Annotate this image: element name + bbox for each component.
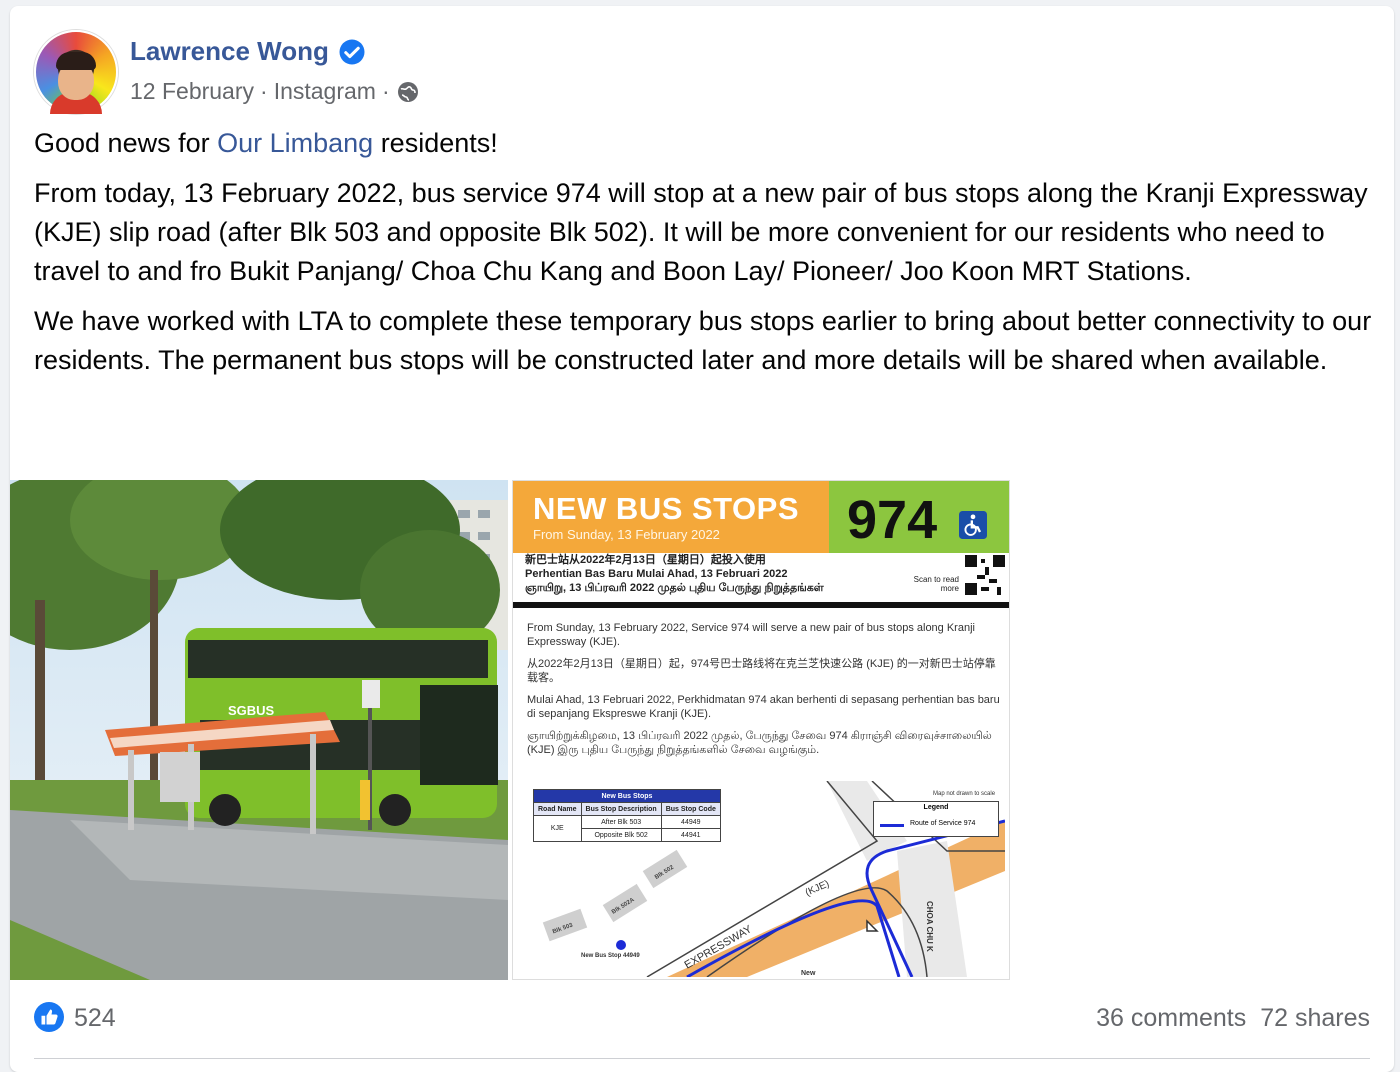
- globe-icon: [397, 81, 418, 102]
- notice-header-orange: NEW BUS STOPS From Sunday, 13 February 2…: [513, 481, 829, 553]
- table-caption: New Bus Stops: [533, 789, 721, 803]
- post-paragraph-2: From today, 13 February 2022, bus servic…: [34, 178, 1368, 286]
- our-limbang-link[interactable]: Our Limbang: [217, 128, 373, 158]
- bus-brand: SGBUS: [228, 703, 275, 718]
- post-paragraph-1: Good news for Our Limbang residents!: [34, 124, 1374, 163]
- post-meta: 12 February · Instagram ·: [130, 78, 420, 105]
- bus-stop-photo-image: SGBUS: [10, 480, 508, 980]
- comment-share-counts: 36 comments 72 shares: [1096, 1004, 1370, 1033]
- map-not-to-scale-note: Map not drawn to scale: [933, 791, 996, 797]
- engagement-divider: [34, 1058, 1370, 1059]
- post-date[interactable]: 12 February: [130, 78, 254, 105]
- legend-route-swatch: [880, 824, 904, 827]
- meta-separator-2: ·: [381, 78, 390, 104]
- post-paragraph-3: We have worked with LTA to complete thes…: [34, 306, 1372, 375]
- notice-header: NEW BUS STOPS From Sunday, 13 February 2…: [513, 481, 1009, 553]
- post-card: Lawrence Wong 12 February · Instagram · …: [10, 6, 1394, 1072]
- notice-divider-bar: [513, 602, 1009, 608]
- post-photos: SGBUS NEW BUS STOPS From Sunday, 13 Febr…: [10, 480, 1394, 980]
- bus-stop-photo[interactable]: SGBUS: [10, 480, 508, 980]
- like-count[interactable]: 524: [74, 1004, 116, 1033]
- legend-route-label: Route of Service 974: [910, 820, 976, 827]
- notice-line-malay: Perhentian Bas Baru Mulai Ahad, 13 Febru…: [525, 568, 788, 580]
- notice-body-english: From Sunday, 13 February 2022, Service 9…: [527, 622, 975, 648]
- legend-title: Legend: [923, 804, 949, 811]
- table-header-desc: Bus Stop Description: [580, 802, 662, 816]
- table-header-road: Road Name: [533, 802, 582, 816]
- map-legend: Legend Route of Service 974: [873, 801, 999, 837]
- verified-badge-icon: [339, 39, 365, 64]
- table-row-desc: Opposite Blk 502: [580, 828, 662, 842]
- shares-count[interactable]: 72 shares: [1260, 1004, 1370, 1033]
- notice-body: From Sunday, 13 February 2022, Service 9…: [527, 621, 1001, 765]
- bus-stops-table: New Bus Stops Road Name Bus Stop Descrip…: [533, 789, 721, 842]
- like-reaction-icon[interactable]: [34, 1002, 64, 1032]
- notice-subtitle: From Sunday, 13 February 2022: [533, 527, 720, 542]
- new-bus-stops-notice[interactable]: NEW BUS STOPS From Sunday, 13 February 2…: [512, 480, 1010, 980]
- wheelchair-accessible-icon: [959, 511, 987, 539]
- notice-body-malay: Mulai Ahad, 13 Februari 2022, Perkhidmat…: [527, 694, 1000, 720]
- post-source: Instagram: [273, 78, 376, 104]
- engagement-bar: 524 36 comments 72 shares: [34, 1000, 1370, 1040]
- avatar-hair: [56, 52, 96, 70]
- table-row-code: 44941: [660, 828, 721, 842]
- notice-line-chinese: 新巴士站从2022年2月13日（星期日）起投入使用: [525, 554, 766, 566]
- author-avatar[interactable]: [34, 30, 118, 114]
- table-row-desc: After Blk 503: [580, 815, 662, 829]
- post-header: Lawrence Wong 12 February · Instagram ·: [34, 30, 1334, 116]
- notice-multilingual-lines: 新巴士站从2022年2月13日（星期日）起投入使用 Perhentian Bas…: [525, 553, 925, 595]
- post-text: Good news for Our Limbang residents! Fro…: [34, 124, 1374, 391]
- service-number: 974: [847, 490, 938, 550]
- qr-code-icon: [965, 555, 1005, 595]
- table-road-name: KJE: [533, 815, 582, 842]
- author-name-row: Lawrence Wong: [130, 36, 367, 67]
- notice-title: NEW BUS STOPS: [533, 491, 800, 526]
- author-name[interactable]: Lawrence Wong: [130, 36, 329, 67]
- notice-body-tamil: ஞாயிற்றுக்கிழமை, 13 பிப்ரவரி 2022 முதல்,…: [527, 730, 992, 756]
- scan-to-read-label: Scan to read more: [913, 575, 959, 593]
- meta-separator: ·: [260, 78, 268, 104]
- map-new-label: New: [801, 970, 816, 977]
- map-choa-label: CHOA CHU K: [925, 901, 934, 952]
- p1-end: residents!: [373, 128, 498, 158]
- comments-count[interactable]: 36 comments: [1096, 1004, 1246, 1033]
- map-new-stop: New Bus Stop 44949: [581, 953, 640, 959]
- p1-start: Good news for: [34, 128, 218, 158]
- notice-body-chinese: 从2022年2月13日（星期日）起，974号巴士路线将在克兰芝快速公路 (KJE…: [527, 658, 996, 684]
- table-row-code: 44949: [660, 815, 721, 829]
- table-header-code: Bus Stop Code: [660, 802, 721, 816]
- notice-line-tamil: ஞாயிறு, 13 பிப்ரவரி 2022 முதல் புதிய பேர…: [525, 582, 824, 594]
